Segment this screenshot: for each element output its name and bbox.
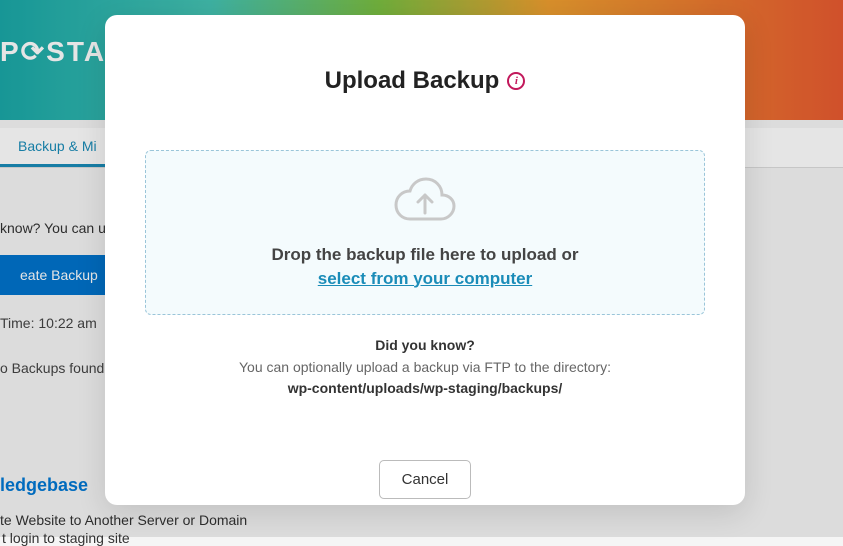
modal-title: Upload Backup xyxy=(325,67,500,95)
ftp-hint: Did you know? You can optionally upload … xyxy=(239,335,611,400)
hint-title: Did you know? xyxy=(239,335,611,357)
select-from-computer-link[interactable]: select from your computer xyxy=(318,269,532,288)
hint-body: You can optionally upload a backup via F… xyxy=(239,357,611,379)
modal-title-row: Upload Backup i xyxy=(325,67,526,95)
cancel-button[interactable]: Cancel xyxy=(379,460,472,499)
info-icon[interactable]: i xyxy=(507,72,525,90)
dropzone[interactable]: Drop the backup file here to upload or s… xyxy=(145,150,705,315)
upload-backup-modal: Upload Backup i Drop the backup file her… xyxy=(105,15,745,505)
drop-instruction: Drop the backup file here to upload or xyxy=(272,245,579,264)
cloud-upload-icon xyxy=(393,175,457,225)
drop-text: Drop the backup file here to upload or s… xyxy=(272,243,579,291)
hint-path: wp-content/uploads/wp-staging/backups/ xyxy=(239,378,611,400)
